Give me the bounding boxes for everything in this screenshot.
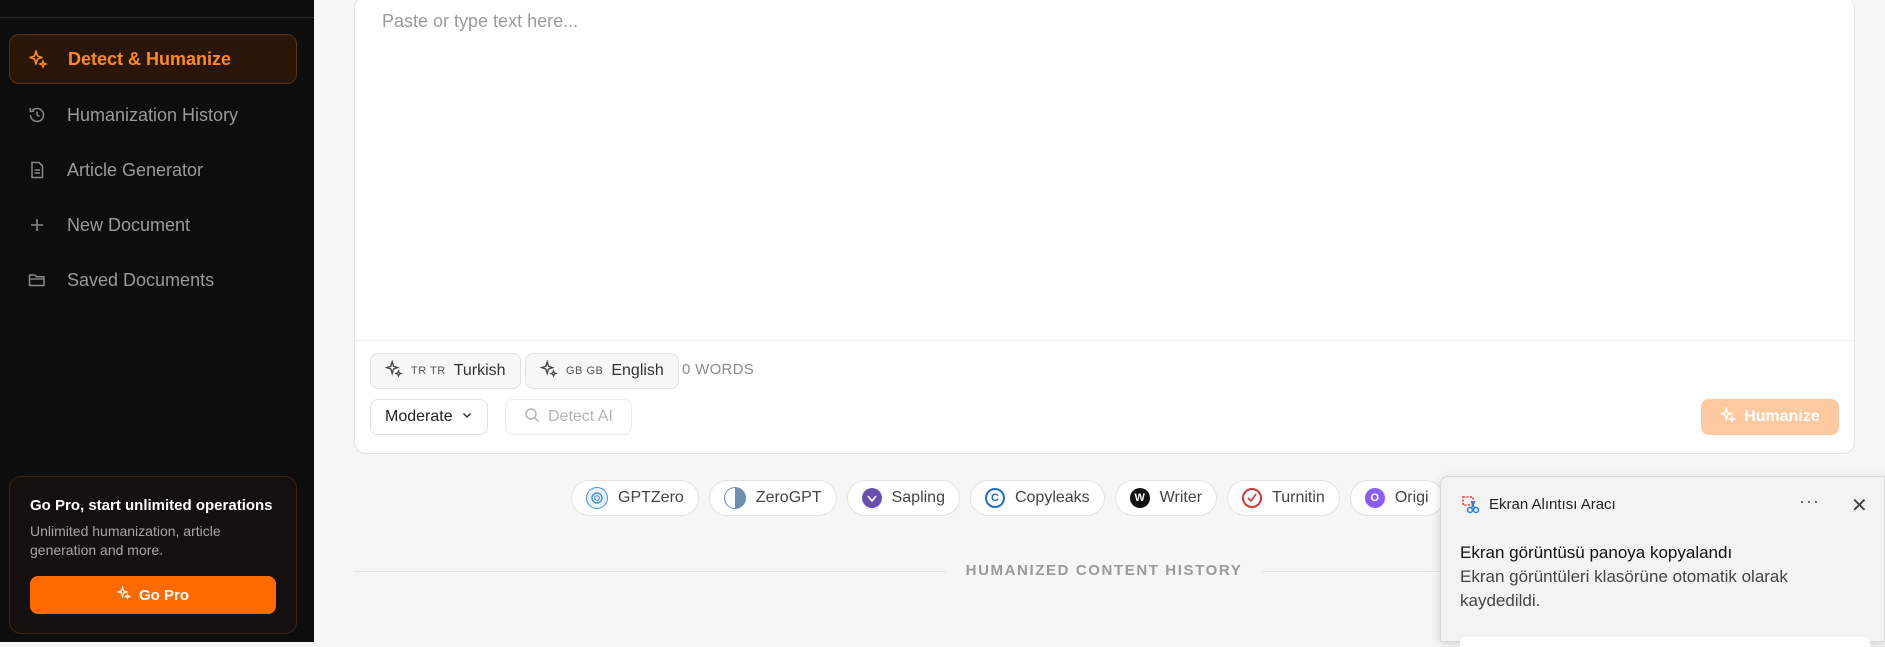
close-icon[interactable]: ✕ bbox=[1851, 493, 1868, 518]
target-language-selector[interactable]: GB GB English bbox=[525, 353, 679, 389]
sidebar-item-new-document[interactable]: New Document bbox=[9, 200, 297, 250]
go-pro-button[interactable]: Go Pro bbox=[30, 576, 276, 614]
detector-originality[interactable]: O Origi bbox=[1349, 480, 1444, 516]
editor-divider bbox=[355, 340, 1854, 341]
sapling-logo-icon bbox=[861, 488, 882, 508]
go-pro-label: Go Pro bbox=[138, 586, 189, 604]
detector-label: Sapling bbox=[891, 489, 945, 506]
sidebar-divider bbox=[0, 17, 314, 18]
sparkles-icon bbox=[26, 47, 50, 71]
language-code: GB GB bbox=[566, 365, 604, 377]
humanize-label: Humanize bbox=[1744, 408, 1820, 425]
text-editor-card: TR TR Turkish GB GB English 0 WORDS Mode… bbox=[354, 0, 1855, 454]
word-count: 0 WORDS bbox=[682, 361, 755, 378]
sidebar-item-label: Article Generator bbox=[67, 159, 204, 180]
sparkles-icon bbox=[1719, 405, 1737, 428]
promo-description: Unlimited humanization, article generati… bbox=[30, 523, 221, 558]
sidebar-item-saved-documents[interactable]: Saved Documents bbox=[9, 255, 297, 305]
language-label: Turkish bbox=[453, 362, 506, 379]
divider-right bbox=[1262, 571, 1462, 572]
notification-preview bbox=[1460, 637, 1870, 647]
notification-body: Ekran görüntüleri klasörüne otomatik ola… bbox=[1460, 567, 1788, 610]
notification-app-name: Ekran Alıntısı Aracı bbox=[1489, 496, 1616, 513]
detector-turnitin[interactable]: Turnitin bbox=[1227, 480, 1340, 516]
detector-writer[interactable]: W Writer bbox=[1114, 480, 1218, 516]
sidebar-item-article-generator[interactable]: Article Generator bbox=[9, 145, 297, 195]
sidebar-item-label: New Document bbox=[67, 214, 191, 235]
history-heading: HUMANIZED CONTENT HISTORY bbox=[965, 562, 1243, 579]
sidebar-item-label: Saved Documents bbox=[67, 269, 215, 290]
language-label: English bbox=[611, 362, 664, 379]
sidebar: Detect & Humanize Humanization History A… bbox=[0, 0, 314, 642]
mode-dropdown[interactable]: Moderate bbox=[370, 399, 488, 435]
snipping-tool-notification[interactable]: Ekran Alıntısı Aracı ··· ✕ Ekran görüntü… bbox=[1440, 476, 1885, 647]
sparkles-icon bbox=[539, 358, 558, 383]
originality-logo-icon: O bbox=[1364, 488, 1385, 508]
detect-ai-label: Detect AI bbox=[548, 408, 613, 425]
document-icon bbox=[25, 158, 49, 182]
zerogpt-logo-icon bbox=[723, 487, 746, 509]
divider-left bbox=[354, 571, 946, 572]
writer-logo-icon: W bbox=[1129, 488, 1150, 508]
snipping-tool-icon bbox=[1461, 495, 1481, 515]
humanize-button[interactable]: Humanize bbox=[1701, 399, 1839, 435]
detector-copyleaks[interactable]: C Copyleaks bbox=[969, 480, 1105, 516]
sidebar-item-label: Humanization History bbox=[67, 104, 239, 125]
detector-label: Writer bbox=[1159, 489, 1203, 506]
sparkles-icon bbox=[116, 585, 132, 604]
sidebar-item-detect-humanize[interactable]: Detect & Humanize bbox=[9, 34, 297, 84]
history-icon bbox=[25, 103, 49, 127]
notification-title: Ekran görüntüsü panoya kopyalandı bbox=[1460, 543, 1733, 562]
chevron-down-icon bbox=[461, 408, 473, 426]
more-options-icon[interactable]: ··· bbox=[1799, 491, 1820, 512]
copyleaks-logo-icon: C bbox=[984, 488, 1005, 508]
detect-ai-button[interactable]: Detect AI bbox=[505, 399, 632, 435]
source-language-selector[interactable]: TR TR Turkish bbox=[370, 353, 521, 389]
sparkles-icon bbox=[384, 358, 403, 383]
detector-label: ZeroGPT bbox=[755, 489, 822, 506]
detector-list: GPTZero ZeroGPT Sapling C Copyleaks W Wr… bbox=[571, 480, 1444, 518]
text-input[interactable] bbox=[380, 9, 1824, 333]
sidebar-item-humanization-history[interactable]: Humanization History bbox=[9, 90, 297, 140]
turnitin-logo-icon bbox=[1242, 488, 1263, 508]
gptzero-logo-icon bbox=[586, 487, 608, 509]
detector-label: GPTZero bbox=[618, 489, 684, 506]
language-code: TR TR bbox=[411, 365, 446, 377]
mode-label: Moderate bbox=[385, 408, 453, 425]
folder-icon bbox=[25, 268, 49, 292]
go-pro-card: Go Pro, start unlimited operations Unlim… bbox=[9, 476, 297, 634]
sidebar-item-label: Detect & Humanize bbox=[68, 48, 232, 69]
plus-icon bbox=[25, 213, 49, 237]
detector-gptzero[interactable]: GPTZero bbox=[571, 480, 699, 516]
detector-zerogpt[interactable]: ZeroGPT bbox=[708, 480, 837, 516]
detector-sapling[interactable]: Sapling bbox=[846, 480, 960, 516]
search-icon bbox=[524, 407, 540, 428]
detector-label: Origi bbox=[1394, 489, 1429, 506]
detector-label: Copyleaks bbox=[1014, 489, 1090, 506]
detector-label: Turnitin bbox=[1272, 489, 1325, 506]
promo-title: Go Pro, start unlimited operations bbox=[30, 497, 273, 514]
